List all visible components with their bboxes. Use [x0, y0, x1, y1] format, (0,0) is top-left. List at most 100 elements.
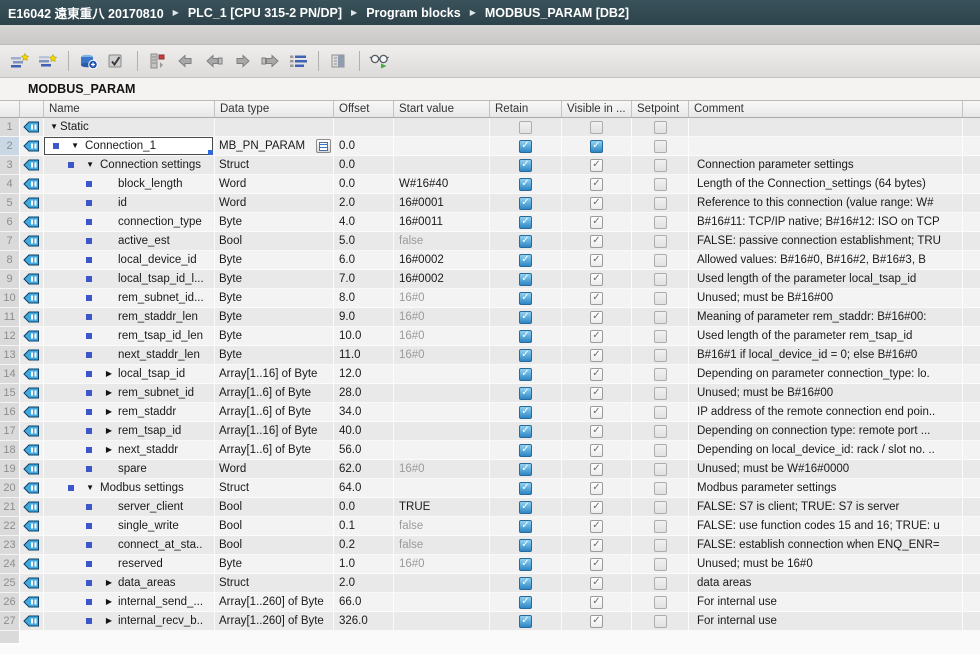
setpoint-checkbox[interactable]	[654, 482, 667, 495]
visible-checkbox[interactable]: ✓	[590, 273, 603, 286]
name-cell[interactable]: ▶internal_recv_b..	[44, 612, 215, 631]
start-value-cell[interactable]: 16#0	[394, 308, 490, 327]
start-value-cell[interactable]: 16#0	[394, 346, 490, 365]
retain-checkbox[interactable]: ✓	[519, 368, 532, 381]
expand-icon[interactable]: ▶	[106, 617, 112, 625]
start-value-cell[interactable]	[394, 441, 490, 460]
expand-icon[interactable]: ▶	[106, 370, 112, 378]
start-value-cell[interactable]: false	[394, 232, 490, 251]
visible-checkbox[interactable]: ✓	[590, 178, 603, 191]
setpoint-checkbox[interactable]	[654, 444, 667, 457]
name-cell[interactable]: ▼Static	[44, 118, 215, 137]
comment-cell[interactable]: Depending on parameter connection_type: …	[689, 365, 963, 384]
data-type-cell[interactable]: Byte	[215, 251, 334, 270]
name-cell[interactable]: id	[44, 194, 215, 213]
name-cell[interactable]: single_write	[44, 517, 215, 536]
retain-checkbox[interactable]	[519, 121, 532, 134]
retain-checkbox[interactable]: ✓	[519, 444, 532, 457]
data-type-cell[interactable]: Byte	[215, 308, 334, 327]
visible-checkbox[interactable]: ✓	[590, 596, 603, 609]
start-value-cell[interactable]: 16#0	[394, 327, 490, 346]
start-value-cell[interactable]: 16#0	[394, 555, 490, 574]
visible-checkbox[interactable]: ✓	[590, 330, 603, 343]
name-cell[interactable]: spare	[44, 460, 215, 479]
name-cell[interactable]: ▶internal_send_...	[44, 593, 215, 612]
setpoint-checkbox[interactable]	[654, 463, 667, 476]
data-type-cell[interactable]: Bool	[215, 498, 334, 517]
breadcrumb-segment[interactable]: E16042 遠東重八 20170810	[8, 3, 164, 22]
name-cell[interactable]: reserved	[44, 555, 215, 574]
copy-to-start-values-icon[interactable]	[202, 49, 226, 73]
monitor-all-icon[interactable]	[368, 49, 392, 73]
retain-checkbox[interactable]: ✓	[519, 178, 532, 191]
visible-checkbox[interactable]: ✓	[590, 197, 603, 210]
header-comment[interactable]: Comment	[689, 101, 963, 117]
comment-cell[interactable]	[689, 137, 963, 156]
visible-checkbox[interactable]: ✓	[590, 539, 603, 552]
comment-cell[interactable]	[689, 118, 963, 137]
retain-checkbox[interactable]: ✓	[519, 615, 532, 628]
visible-checkbox[interactable]: ✓	[590, 520, 603, 533]
comment-cell[interactable]: Used length of the parameter rem_tsap_id	[689, 327, 963, 346]
add-row-icon[interactable]	[36, 49, 60, 73]
visible-checkbox[interactable]: ✓	[590, 444, 603, 457]
data-type-cell[interactable]: Array[1..6] of Byte	[215, 441, 334, 460]
setpoint-checkbox[interactable]	[654, 121, 667, 134]
retain-checkbox[interactable]: ✓	[519, 140, 532, 153]
retain-checkbox[interactable]: ✓	[519, 463, 532, 476]
name-cell[interactable]: connect_at_sta..	[44, 536, 215, 555]
visible-checkbox[interactable]: ✓	[590, 349, 603, 362]
data-type-cell[interactable]: Bool	[215, 536, 334, 555]
data-type-cell[interactable]: Array[1..16] of Byte	[215, 365, 334, 384]
visible-checkbox[interactable]: ✓	[590, 387, 603, 400]
name-cell[interactable]: ▶data_areas	[44, 574, 215, 593]
setpoint-checkbox[interactable]	[654, 311, 667, 324]
setpoint-checkbox[interactable]	[654, 140, 667, 153]
retain-checkbox[interactable]: ✓	[519, 520, 532, 533]
expand-icon[interactable]: ▶	[106, 598, 112, 606]
setpoint-checkbox[interactable]	[654, 520, 667, 533]
name-cell[interactable]: ▶rem_staddr	[44, 403, 215, 422]
header-setpoint[interactable]: Setpoint	[632, 101, 689, 117]
comment-cell[interactable]: FALSE: passive connection establishment;…	[689, 232, 963, 251]
visible-checkbox[interactable]: ✓	[590, 311, 603, 324]
name-cell[interactable]: ▼Connection_1	[44, 137, 215, 156]
retain-checkbox[interactable]: ✓	[519, 330, 532, 343]
data-type-cell[interactable]: Byte	[215, 270, 334, 289]
comment-cell[interactable]: Depending on connection type: remote por…	[689, 422, 963, 441]
name-cell[interactable]: rem_staddr_len	[44, 308, 215, 327]
start-value-cell[interactable]	[394, 612, 490, 631]
breadcrumb-segment[interactable]: MODBUS_PARAM [DB2]	[485, 6, 629, 20]
retain-checkbox[interactable]: ✓	[519, 425, 532, 438]
name-cell[interactable]: next_staddr_len	[44, 346, 215, 365]
visible-checkbox[interactable]: ✓	[590, 501, 603, 514]
start-value-cell[interactable]: false	[394, 536, 490, 555]
comment-cell[interactable]: Unused; must be 16#0	[689, 555, 963, 574]
retain-checkbox[interactable]: ✓	[519, 197, 532, 210]
data-type-cell[interactable]: Bool	[215, 232, 334, 251]
visible-checkbox[interactable]: ✓	[590, 558, 603, 571]
visible-checkbox[interactable]: ✓	[590, 254, 603, 267]
data-type-cell[interactable]: Struct	[215, 574, 334, 593]
comment-cell[interactable]: Used length of the parameter local_tsap_…	[689, 270, 963, 289]
start-value-cell[interactable]	[394, 118, 490, 137]
expanded-mode-icon[interactable]	[286, 49, 310, 73]
visible-checkbox[interactable]: ✓	[590, 425, 603, 438]
comment-cell[interactable]: Unused; must be B#16#00	[689, 289, 963, 308]
visible-checkbox[interactable]: ✓	[590, 292, 603, 305]
setpoint-checkbox[interactable]	[654, 254, 667, 267]
setpoint-checkbox[interactable]	[654, 425, 667, 438]
data-type-cell[interactable]: Byte	[215, 555, 334, 574]
update-interface-icon[interactable]	[327, 49, 351, 73]
setpoint-checkbox[interactable]	[654, 349, 667, 362]
name-cell[interactable]: ▼Connection settings	[44, 156, 215, 175]
setpoint-checkbox[interactable]	[654, 235, 667, 248]
download-start-values-icon[interactable]	[230, 49, 254, 73]
visible-checkbox[interactable]: ✓	[590, 235, 603, 248]
name-cell[interactable]: rem_subnet_id...	[44, 289, 215, 308]
setpoint-checkbox[interactable]	[654, 197, 667, 210]
retain-checkbox[interactable]: ✓	[519, 216, 532, 229]
breadcrumb-segment[interactable]: Program blocks	[366, 6, 460, 20]
setpoint-checkbox[interactable]	[654, 539, 667, 552]
setpoint-checkbox[interactable]	[654, 368, 667, 381]
